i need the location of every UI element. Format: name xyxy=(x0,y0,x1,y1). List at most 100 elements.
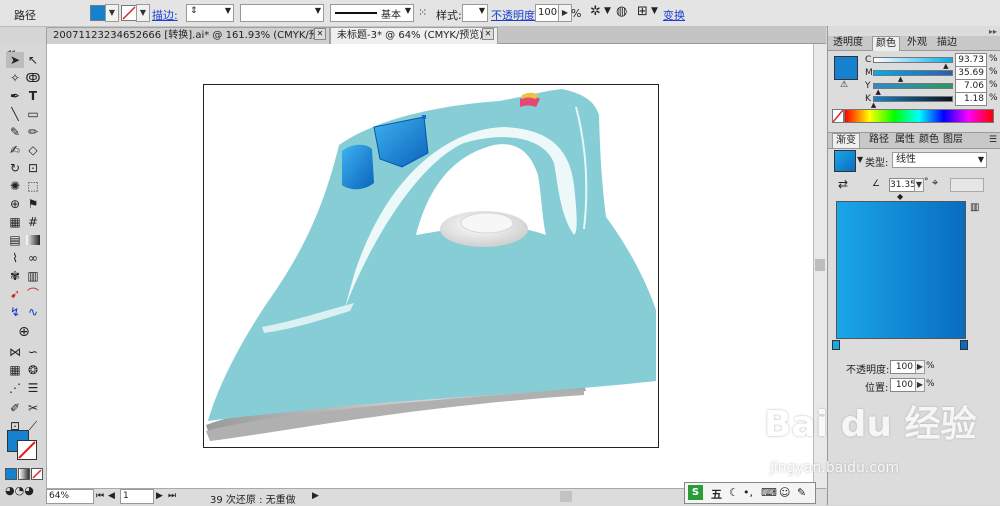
blend-tool-icon[interactable]: ∞ xyxy=(24,250,42,266)
tab-gradient[interactable]: 渐变 xyxy=(832,133,860,148)
lasso-tool-icon[interactable]: ↂ xyxy=(24,70,42,86)
rotate-tool-icon[interactable]: ↻ xyxy=(6,160,24,176)
slice-tool-icon[interactable]: ✐ xyxy=(6,400,24,416)
channel-c-slider[interactable] xyxy=(873,57,953,63)
tab-appearance[interactable]: 外观 xyxy=(904,36,930,50)
tab-document-1[interactable]: 20071123234652666 [转换].ai* @ 161.93% (CM… xyxy=(46,27,330,57)
status-menu-icon[interactable]: ▶ xyxy=(312,491,319,501)
wrench-icon[interactable]: ✎ xyxy=(797,486,806,499)
crosshair-icon[interactable]: ⊕ xyxy=(15,324,33,340)
channel-c-handle[interactable]: ▲ xyxy=(943,62,948,70)
channel-k-handle[interactable]: ▲ xyxy=(871,101,876,109)
gradient-preset-arrow[interactable]: ▼ xyxy=(857,155,863,164)
tab-attributes[interactable]: 属性 xyxy=(892,133,918,147)
close-icon[interactable]: ✕ xyxy=(482,28,494,40)
moon-icon[interactable]: ☾ xyxy=(729,486,739,499)
type-tool-icon[interactable]: T xyxy=(24,88,42,104)
channel-y-value[interactable]: 7.06 xyxy=(955,79,987,93)
envelope-tool-icon[interactable]: ⋈ xyxy=(6,344,24,360)
tab-pathfinder[interactable]: 路径 xyxy=(866,133,892,147)
tab-transparency[interactable]: 透明度 xyxy=(830,36,866,50)
gradient-midpoint-icon[interactable]: ◆ xyxy=(897,192,903,201)
stroke-dropdown-arrow[interactable]: ▼ xyxy=(136,4,150,22)
panel-expand-icon[interactable]: ▸▸ xyxy=(989,27,997,36)
none-color-icon[interactable] xyxy=(832,109,844,123)
tab-color[interactable]: 颜色 xyxy=(872,36,900,51)
arc-tool-icon[interactable]: ⌒ xyxy=(24,286,42,302)
location-stop-arrow[interactable]: ▶ xyxy=(915,378,925,392)
channel-y-handle[interactable]: ▲ xyxy=(876,88,881,96)
brush-definition[interactable]: 基本 ▼ xyxy=(330,4,414,22)
scissors-tool-icon[interactable]: ✂ xyxy=(24,400,42,416)
selection-tool-icon[interactable]: ➤ xyxy=(6,52,24,68)
ime-logo-icon[interactable]: S xyxy=(688,485,703,500)
eyedropper-tool-icon[interactable]: ⌇ xyxy=(6,250,24,266)
opacity-label[interactable]: 不透明度: xyxy=(491,7,539,23)
page-field[interactable]: 1 xyxy=(120,489,154,504)
line-tool-icon[interactable]: ╲ xyxy=(6,106,24,122)
mesh-tool-icon[interactable]: # xyxy=(24,214,42,230)
gradient-tool-icon[interactable]: ▤ xyxy=(6,232,24,248)
ime-toolbar[interactable]: S 五 ☾ •, ⌨ ☺ ✎ xyxy=(684,482,816,504)
channel-y-slider[interactable] xyxy=(873,83,953,89)
fill-swatch[interactable] xyxy=(90,5,106,21)
tab-document-2[interactable]: 未标题-3* @ 64% (CMYK/预览) xyxy=(330,27,498,44)
punctuation-icon[interactable]: •, xyxy=(743,486,753,499)
magic-wand-tool-icon[interactable]: ✧ xyxy=(6,70,24,86)
recolor-icon[interactable]: ⁙ xyxy=(418,6,427,19)
user-icon[interactable]: ☺ xyxy=(779,486,790,499)
gradient-thumbnail[interactable] xyxy=(834,150,856,172)
shape-builder-tool-icon[interactable]: ⊕ xyxy=(6,196,24,212)
gradient-type-select[interactable]: 线性 ▼ xyxy=(892,152,987,168)
first-page-icon[interactable]: ⏮ xyxy=(96,491,104,501)
zigzag-tool-icon[interactable]: ⋰ xyxy=(6,380,24,396)
blob-brush-tool-icon[interactable]: ✍ xyxy=(6,142,24,158)
chevron-down-icon[interactable]: ▼ xyxy=(604,6,611,16)
eraser-tool-icon[interactable]: ◇ xyxy=(24,142,42,158)
channel-m-slider[interactable] xyxy=(873,70,953,76)
paintbrush-tool-icon[interactable]: ✎ xyxy=(6,124,24,140)
style-dropdown[interactable]: ▼ xyxy=(462,4,488,22)
gradient-stop-end[interactable] xyxy=(960,340,968,350)
list-tool-icon[interactable]: ☰ xyxy=(24,380,42,396)
zoom-field[interactable]: 64% xyxy=(46,489,94,504)
stroke-weight-field[interactable]: ⇕ ▼ xyxy=(186,4,234,22)
pen-tool-icon[interactable]: ✒ xyxy=(6,88,24,104)
live-paint-tool-icon[interactable]: ⚑ xyxy=(24,196,42,212)
gradient-location-input[interactable]: 100 xyxy=(890,378,916,392)
opacity-stop-arrow[interactable]: ▶ xyxy=(915,360,925,374)
free-transform-tool-icon[interactable]: ⬚ xyxy=(24,178,42,194)
twirl-tool-icon[interactable]: ❂ xyxy=(24,362,42,378)
stroke-color-box[interactable] xyxy=(17,440,37,460)
gradient-stop-start[interactable] xyxy=(832,340,840,350)
column-graph-tool-icon[interactable]: ▥ xyxy=(24,268,42,284)
color-panel-fill[interactable] xyxy=(834,56,858,80)
prev-page-icon[interactable]: ◀ xyxy=(108,491,115,501)
symbol-sprayer-tool-icon[interactable]: ✾ xyxy=(6,268,24,284)
ime-mode[interactable]: 五 xyxy=(711,486,722,502)
gradient-swatch-icon[interactable] xyxy=(26,235,40,245)
wave-tool-icon[interactable]: ∿ xyxy=(24,304,42,320)
ribbon-tool-icon[interactable]: ∽ xyxy=(24,344,42,360)
channel-m-handle[interactable]: ▲ xyxy=(898,75,903,83)
stroke-swatch[interactable] xyxy=(121,5,137,21)
tab-layers[interactable]: 图层 xyxy=(940,133,966,147)
panel-menu-icon[interactable]: ☰ xyxy=(989,135,997,145)
gradient-mode-icon[interactable] xyxy=(18,468,30,480)
opacity-arrow[interactable]: ▶ xyxy=(558,4,572,22)
warp-tool-icon[interactable]: ✺ xyxy=(6,178,24,194)
grid-tool-icon[interactable]: ▦ xyxy=(6,362,24,378)
gear-icon[interactable]: ✲ xyxy=(590,4,601,19)
width-tool-icon[interactable]: ➹ xyxy=(6,286,24,302)
artboard[interactable] xyxy=(203,84,659,448)
iron-artwork[interactable] xyxy=(204,85,658,447)
reverse-gradient-icon[interactable]: ⇄ xyxy=(838,177,848,191)
channel-k-slider[interactable] xyxy=(873,96,953,102)
last-page-icon[interactable]: ⏭ xyxy=(168,491,176,501)
gradient-preview[interactable] xyxy=(836,201,966,339)
rectangle-tool-icon[interactable]: ▭ xyxy=(24,106,42,122)
transform-link[interactable]: 变换 xyxy=(663,7,685,23)
align-dropdown-icon[interactable]: ▼ xyxy=(651,6,658,16)
channel-k-value[interactable]: 1.18 xyxy=(955,92,987,106)
direct-selection-tool-icon[interactable]: ↖ xyxy=(24,52,42,68)
